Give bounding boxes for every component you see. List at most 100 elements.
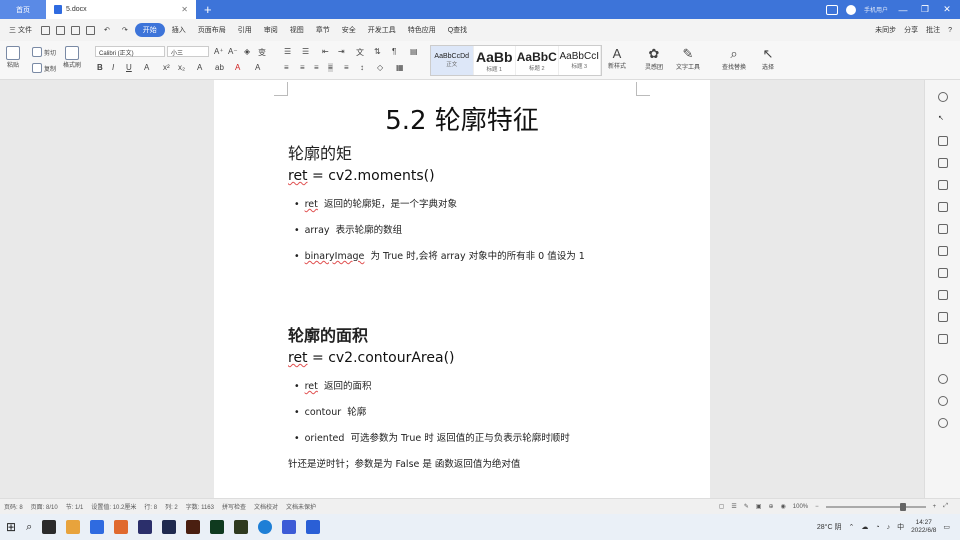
web-view-icon[interactable]: ⊕: [769, 503, 774, 510]
cut-button[interactable]: 剪切: [32, 47, 56, 57]
copy-button[interactable]: 复制: [32, 63, 56, 73]
doc-proofread[interactable]: 文档校对: [254, 502, 278, 511]
tab-security[interactable]: 安全: [337, 23, 361, 37]
grid-icon[interactable]: [938, 334, 948, 344]
chart-icon[interactable]: [938, 202, 948, 212]
paste-button[interactable]: 粘贴: [6, 46, 20, 69]
sort-icon[interactable]: ⇅: [374, 47, 381, 56]
file-explorer-icon[interactable]: [66, 520, 81, 534]
zoom-level[interactable]: 100%: [793, 504, 808, 510]
underline-icon[interactable]: U: [126, 63, 132, 72]
illustrator-icon[interactable]: [186, 520, 201, 534]
shrink-font-icon[interactable]: A⁻: [228, 47, 238, 56]
redo-icon[interactable]: ↷: [117, 24, 133, 36]
tab-view[interactable]: 视图: [285, 23, 309, 37]
maximize-button[interactable]: ❐: [918, 4, 932, 15]
windows-start-icon[interactable]: ⊞: [6, 520, 16, 534]
read-mode-icon[interactable]: ▢: [719, 503, 725, 510]
save-icon[interactable]: [40, 25, 50, 35]
subscript-icon[interactable]: x₂: [178, 63, 185, 72]
style-heading1[interactable]: AaBb 标题 1: [474, 46, 516, 75]
volume-icon[interactable]: ♪: [887, 524, 891, 531]
dreamweaver-icon[interactable]: [210, 520, 225, 534]
text-effect-icon[interactable]: A: [197, 63, 202, 72]
clock[interactable]: 14:27 2022/6/8: [911, 519, 936, 535]
location-icon[interactable]: [938, 396, 948, 406]
search-menu[interactable]: Q查找: [443, 23, 472, 37]
align-right-icon[interactable]: ≡: [314, 63, 319, 72]
status-pages[interactable]: 页面: 8/10: [31, 502, 58, 511]
bullet-list-icon[interactable]: ☰: [284, 47, 291, 56]
align-left-icon[interactable]: ≡: [284, 63, 289, 72]
compress-icon[interactable]: [938, 312, 948, 322]
notification-icon[interactable]: ▭: [943, 523, 950, 531]
tab-special[interactable]: 特色应用: [403, 23, 441, 37]
para-spacing-icon[interactable]: ▤: [410, 47, 418, 56]
decrease-indent-icon[interactable]: ⇤: [322, 47, 329, 56]
minimize-button[interactable]: —: [896, 5, 910, 15]
document-icon[interactable]: [938, 246, 948, 256]
bold-icon[interactable]: B: [97, 63, 103, 72]
text-tools-button[interactable]: ✎ 文字工具: [676, 46, 700, 71]
cursor-icon[interactable]: ↖: [938, 114, 948, 124]
tab-home[interactable]: 开始: [134, 23, 165, 37]
cloud-icon[interactable]: ☁: [861, 523, 868, 531]
app-icon[interactable]: [90, 520, 105, 534]
close-window-button[interactable]: ✕: [940, 4, 954, 15]
phonetic-icon[interactable]: 变: [258, 47, 266, 58]
chinese-layout-icon[interactable]: 文: [356, 47, 364, 58]
new-tab-button[interactable]: +: [196, 0, 220, 19]
new-style-button[interactable]: A 新样式: [608, 46, 626, 70]
style-normal[interactable]: AaBbCcDd 正文: [431, 46, 474, 75]
grow-font-icon[interactable]: A⁺: [214, 47, 224, 56]
after-effects-icon[interactable]: [162, 520, 177, 534]
borders-icon[interactable]: ▦: [396, 63, 404, 72]
word-count[interactable]: 字数: 1163: [186, 502, 214, 511]
select-button[interactable]: ↖ 选择: [762, 46, 774, 71]
format-painter-button[interactable]: 格式刷: [63, 46, 81, 69]
avatar[interactable]: [845, 4, 856, 15]
distribute-icon[interactable]: ≡: [344, 63, 349, 72]
page-view-icon[interactable]: ▣: [756, 503, 762, 510]
vscode-icon[interactable]: [306, 520, 321, 534]
align-center-icon[interactable]: ≡: [300, 63, 305, 72]
char-border-icon[interactable]: A: [255, 63, 260, 72]
media-icon[interactable]: [42, 520, 57, 534]
undo-icon[interactable]: ↶: [99, 24, 115, 36]
zoom-in-icon[interactable]: +: [933, 504, 937, 510]
photoshop-icon[interactable]: [138, 520, 153, 534]
strikethrough-icon[interactable]: A: [144, 63, 149, 72]
shading-icon[interactable]: ◇: [377, 63, 383, 72]
line-spacing-icon[interactable]: ↕: [360, 63, 364, 72]
app-icon[interactable]: [114, 520, 129, 534]
ime-indicator[interactable]: 中: [897, 522, 904, 532]
tab-developer[interactable]: 开发工具: [363, 23, 401, 37]
doc-protection[interactable]: 文档未保护: [286, 502, 316, 511]
style-heading3[interactable]: AaBbCcI 标题 3: [559, 46, 601, 75]
tab-page-layout[interactable]: 页面布局: [193, 23, 231, 37]
table-icon[interactable]: [938, 158, 948, 168]
search-icon[interactable]: ⌕: [26, 521, 32, 534]
sync-status[interactable]: 未同步: [875, 25, 896, 35]
spell-check[interactable]: 拼写检查: [222, 502, 246, 511]
find-replace-button[interactable]: ⌕ 查找替换: [722, 46, 746, 71]
settings-icon[interactable]: [938, 374, 948, 384]
filter-icon[interactable]: [938, 224, 948, 234]
fit-icon[interactable]: ⤢: [943, 503, 948, 510]
clear-format-icon[interactable]: ◈: [244, 47, 250, 56]
style-heading2[interactable]: AaBbC 标题 2: [516, 46, 559, 75]
zoom-out-icon[interactable]: −: [815, 504, 819, 510]
share-icon[interactable]: [938, 268, 948, 278]
zoom-slider[interactable]: [825, 502, 926, 511]
tab-review[interactable]: 审阅: [259, 23, 283, 37]
document-tab[interactable]: 5.docx ✕: [46, 0, 196, 19]
styles-pane-icon[interactable]: [938, 136, 948, 146]
pycharm-icon[interactable]: [234, 520, 249, 534]
tab-chapter[interactable]: 章节: [311, 23, 335, 37]
translate-icon[interactable]: [938, 290, 948, 300]
dropdown-icon[interactable]: [938, 92, 948, 102]
outline-icon[interactable]: ☰: [731, 503, 736, 510]
file-menu[interactable]: 三 文件: [4, 23, 37, 37]
highlight-icon[interactable]: ab: [215, 63, 224, 72]
wps-icon[interactable]: [282, 520, 297, 534]
